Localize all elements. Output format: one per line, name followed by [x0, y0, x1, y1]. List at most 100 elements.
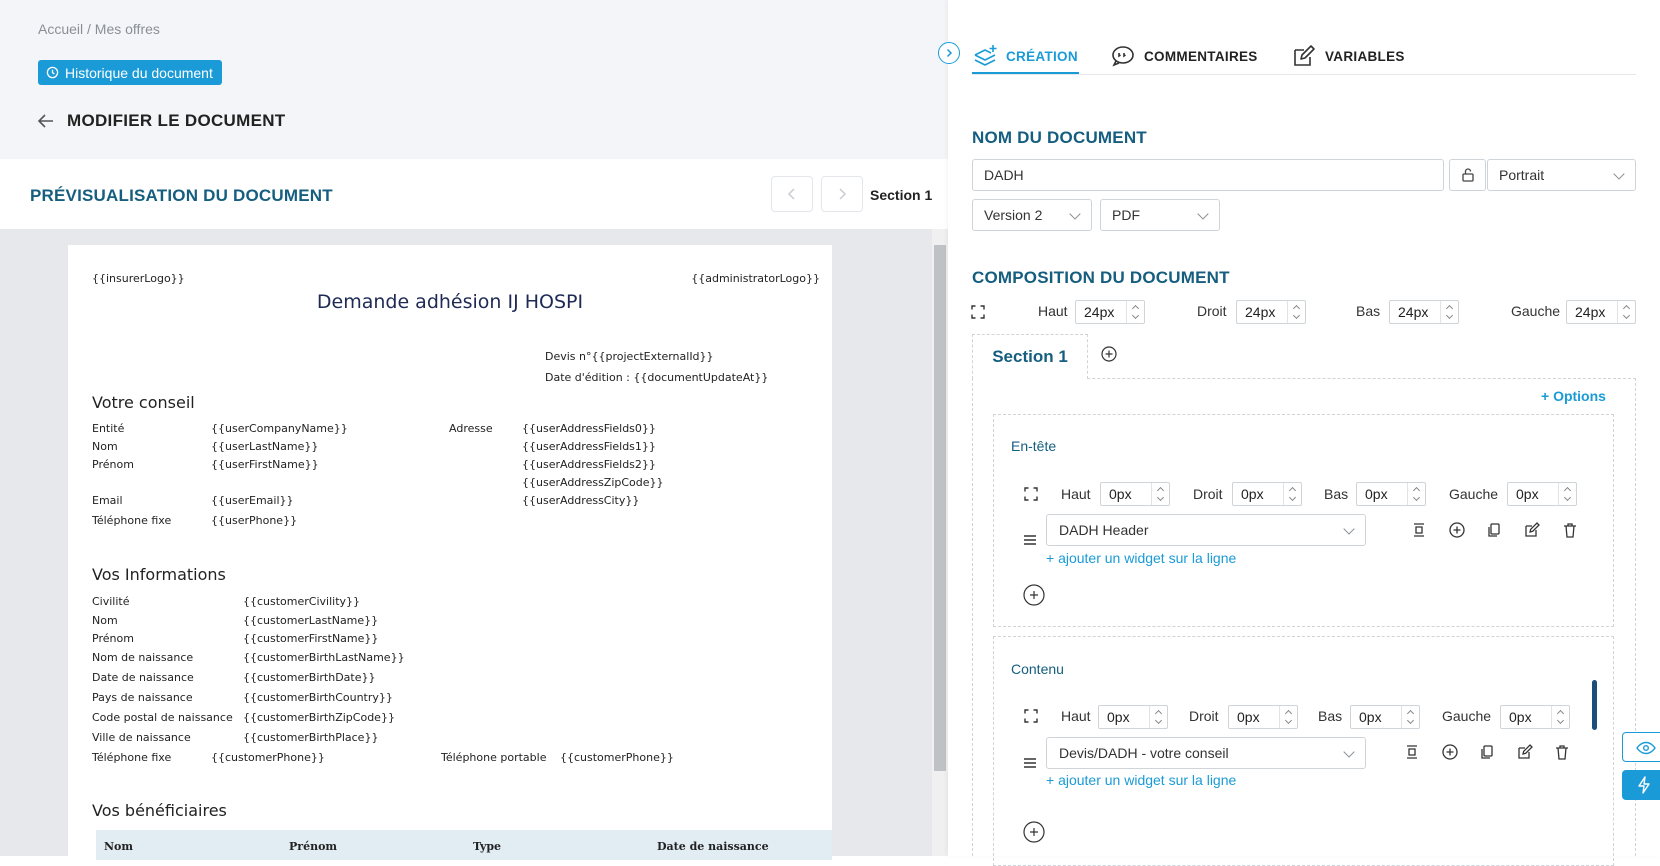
trash-icon[interactable] [1561, 521, 1579, 539]
edit-icon [1294, 45, 1315, 66]
copy-icon[interactable] [1485, 521, 1503, 539]
expand-icon[interactable] [1024, 709, 1038, 723]
current-section-label: Section 1 [870, 187, 933, 203]
spin-arrows[interactable] [1279, 706, 1297, 728]
content-widget-select[interactable]: Devis/DADH - votre conseil [1046, 737, 1366, 769]
options-link[interactable]: + Options [1541, 388, 1606, 404]
conseil-value: {{userFirstName}} [211, 458, 319, 471]
tab-label: COMMENTAIRES [1144, 48, 1258, 64]
content-margin-left-input[interactable]: 0px [1500, 705, 1570, 729]
tab-comments[interactable]: COMMENTAIRES [1110, 38, 1258, 74]
margin-left-input[interactable]: 24px [1566, 300, 1636, 324]
version-select[interactable]: Version 2 [972, 199, 1092, 231]
margin-top-input[interactable]: 24px [1075, 300, 1145, 324]
tab-creation[interactable]: CRÉATION [972, 38, 1078, 74]
drag-handle-icon[interactable] [1022, 755, 1038, 771]
add-widget-icon[interactable] [1448, 521, 1466, 539]
history-button[interactable]: Historique du document [38, 60, 222, 85]
header-margin-right-input[interactable]: 0px [1232, 482, 1302, 506]
align-icon[interactable] [1410, 521, 1428, 539]
add-row-icon[interactable] [1022, 583, 1046, 607]
adresse-label: Adresse [449, 422, 493, 435]
tab-variables[interactable]: VARIABLES [1291, 38, 1405, 74]
info-label: Nom [92, 614, 118, 627]
header-margin-top-input[interactable]: 0px [1100, 482, 1170, 506]
spin-arrows[interactable] [1558, 483, 1576, 505]
margin-right-input[interactable]: 24px [1236, 300, 1306, 324]
info-label: Pays de naissance [92, 691, 193, 704]
info-value: {{customerCivility}} [243, 595, 361, 608]
spin-arrows[interactable] [1287, 301, 1305, 323]
header-margin-bottom-input[interactable]: 0px [1356, 482, 1426, 506]
chevron-right-icon [839, 188, 847, 200]
section-tab-1[interactable]: Section 1 [972, 334, 1088, 379]
document-preview: {{insurerLogo}} {{administratorLogo}} De… [68, 245, 832, 865]
edition-date: Date d'édition : {{documentUpdateAt}} [545, 371, 769, 384]
add-widget-link[interactable]: + ajouter un widget sur la ligne [1046, 772, 1236, 788]
tabs-divider [972, 74, 1636, 75]
expand-icon[interactable] [971, 305, 985, 319]
content-margin-top-input[interactable]: 0px [1098, 705, 1168, 729]
copy-icon[interactable] [1478, 743, 1496, 761]
margin-top-label: Haut [1038, 303, 1068, 319]
spin-value: 0px [1241, 486, 1264, 502]
next-section-button[interactable] [821, 176, 863, 212]
spin-arrows[interactable] [1617, 301, 1635, 323]
spin-arrows[interactable] [1149, 706, 1167, 728]
adresse-line: {{userAddressZipCode}} [522, 476, 664, 489]
content-margin-bottom-input[interactable]: 0px [1350, 705, 1420, 729]
info-label: Prénom [92, 632, 134, 645]
align-icon[interactable] [1403, 743, 1421, 761]
spin-arrows[interactable] [1401, 706, 1419, 728]
layers-plus-icon [974, 45, 997, 66]
lock-button[interactable] [1449, 159, 1486, 191]
adresse-line: {{userAddressFields0}} [522, 422, 656, 435]
panel-scroll-thumb[interactable] [1592, 680, 1597, 730]
preview-toggle-button[interactable] [1622, 732, 1660, 762]
header-widget-select[interactable]: DADH Header [1046, 514, 1366, 546]
content-margin-right-input[interactable]: 0px [1228, 705, 1298, 729]
orientation-select[interactable]: Portrait [1487, 159, 1636, 191]
back-arrow-icon[interactable] [36, 111, 56, 131]
format-select[interactable]: PDF [1100, 199, 1220, 231]
adresse-line: {{userAddressCity}} [522, 494, 640, 507]
active-tab-indicator [972, 72, 1079, 74]
collapse-panel-button[interactable] [938, 42, 960, 64]
quick-action-button[interactable] [1622, 770, 1660, 800]
document-name-heading: NOM DU DOCUMENT [972, 128, 1147, 147]
administrator-logo-placeholder: {{administratorLogo}} [691, 272, 820, 285]
table-header-cell: Type [473, 840, 502, 853]
spin-arrows[interactable] [1151, 483, 1169, 505]
spin-arrows[interactable] [1407, 483, 1425, 505]
header-margin-left-input[interactable]: 0px [1507, 482, 1577, 506]
margin-bottom-label: Bas [1318, 708, 1343, 724]
spin-arrows[interactable] [1283, 483, 1301, 505]
add-widget-link[interactable]: + ajouter un widget sur la ligne [1046, 550, 1236, 566]
edit-icon[interactable] [1516, 743, 1534, 761]
trash-icon[interactable] [1553, 743, 1571, 761]
preview-header: PRÉVISUALISATION DU DOCUMENT Section 1 [0, 159, 948, 229]
expand-icon[interactable] [1024, 487, 1038, 501]
spin-arrows[interactable] [1126, 301, 1144, 323]
conseil-label: Prénom [92, 458, 134, 471]
info-label: Nom de naissance [92, 651, 194, 664]
drag-handle-icon[interactable] [1022, 532, 1038, 548]
margin-bottom-label: Bas [1356, 303, 1381, 319]
conseil-value: {{userPhone}} [211, 514, 298, 527]
breadcrumb[interactable]: Accueil / Mes offres [38, 21, 160, 37]
margin-bottom-input[interactable]: 24px [1389, 300, 1459, 324]
add-section-icon[interactable] [1099, 344, 1119, 364]
lightning-icon [1638, 776, 1650, 794]
content-zone-label: Contenu [1011, 661, 1064, 677]
info-value: {{customerLastName}} [243, 614, 379, 627]
previous-section-button[interactable] [771, 176, 813, 212]
spin-arrows[interactable] [1440, 301, 1458, 323]
add-row-icon[interactable] [1022, 820, 1046, 844]
margin-top-label: Haut [1061, 708, 1091, 724]
margin-right-label: Droit [1189, 708, 1219, 724]
document-name-input[interactable]: DADH [972, 159, 1444, 191]
edit-icon[interactable] [1523, 521, 1541, 539]
add-widget-icon[interactable] [1441, 743, 1459, 761]
spin-arrows[interactable] [1551, 706, 1569, 728]
preview-scroll-thumb[interactable] [934, 245, 946, 771]
